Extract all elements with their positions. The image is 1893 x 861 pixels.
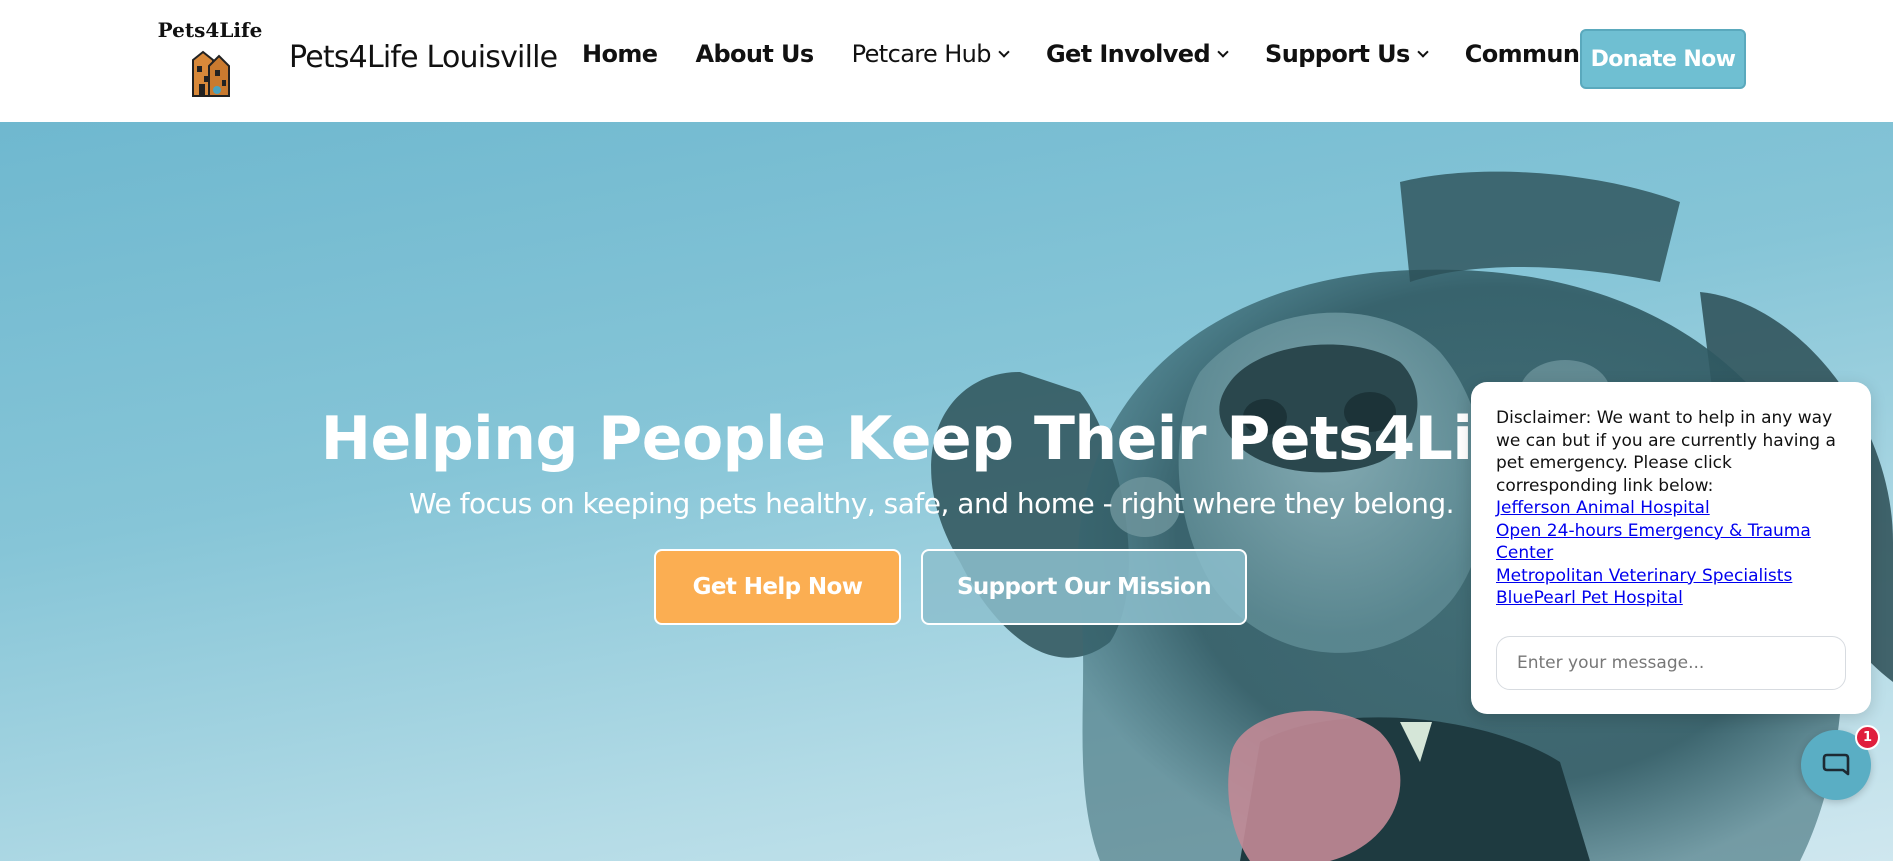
hero-subtitle-text: We focus on keeping pets healthy, safe, …: [408, 487, 1455, 520]
chat-message-input[interactable]: [1496, 636, 1846, 690]
nav-label-get-involved[interactable]: Get Involved: [1046, 40, 1211, 68]
link-jefferson-animal-hospital[interactable]: Jefferson Animal Hospital: [1496, 497, 1836, 520]
nav-item-about-us[interactable]: About Us: [695, 40, 814, 68]
support-our-mission-button[interactable]: Support Our Mission: [921, 549, 1247, 625]
nav-label-support-us[interactable]: Support Us: [1265, 40, 1410, 68]
chat-disclaimer: Disclaimer: We want to help in any way w…: [1496, 408, 1836, 496]
main-nav: Home About Us Petcare Hub Get Involved S…: [582, 40, 1668, 68]
nav-label-home[interactable]: Home: [582, 40, 658, 68]
chat-popup: Disclaimer: We want to help in any way w…: [1471, 382, 1871, 714]
nav-item-support-us[interactable]: Support Us: [1265, 40, 1429, 68]
link-emergency-trauma-center[interactable]: Open 24-hours Emergency & Trauma Center: [1496, 520, 1836, 565]
nav-item-petcare-hub[interactable]: Petcare Hub: [852, 40, 1010, 68]
chevron-down-icon[interactable]: [1417, 46, 1429, 58]
site-header: Pets4Life Pets4Life Louisville Home Abou…: [0, 0, 1893, 122]
site-logo[interactable]: Pets4Life: [155, 18, 265, 98]
link-metropolitan-veterinary[interactable]: Metropolitan Veterinary Specialists: [1496, 565, 1836, 588]
nav-label-petcare-hub[interactable]: Petcare Hub: [852, 40, 992, 68]
nav-item-home[interactable]: Home: [582, 40, 658, 68]
chevron-down-icon[interactable]: [1217, 46, 1229, 58]
chevron-down-icon[interactable]: [998, 46, 1010, 58]
get-help-now-button[interactable]: Get Help Now: [654, 549, 901, 625]
nav-item-get-involved[interactable]: Get Involved: [1046, 40, 1229, 68]
logo-text: Pets4Life: [157, 18, 263, 42]
chat-unread-badge: 1: [1855, 725, 1880, 750]
link-bluepearl-pet-hospital[interactable]: BluePearl Pet Hospital: [1496, 587, 1836, 610]
chat-bubble-icon[interactable]: [1821, 750, 1851, 780]
nav-label-about-us[interactable]: About Us: [695, 40, 814, 68]
donate-now-button[interactable]: Donate Now: [1580, 29, 1746, 89]
hero-title-text: Helping People Keep Their Pets4Life: [320, 404, 1539, 474]
house-logo-icon: [192, 50, 230, 97]
site-title[interactable]: Pets4Life Louisville: [289, 40, 558, 75]
